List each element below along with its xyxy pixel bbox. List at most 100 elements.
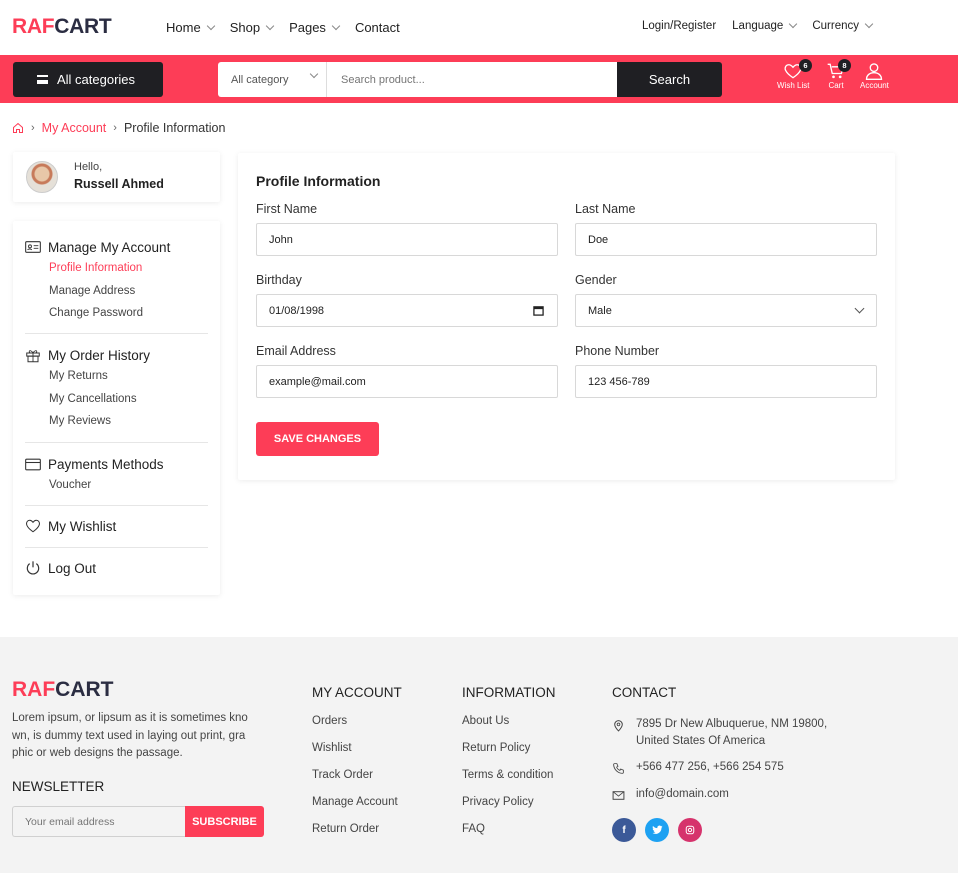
contact-address: 7895 Dr New Albuquerue, NM 19800, United …: [612, 716, 827, 750]
contact-phone: +566 477 256, +566 254 575: [612, 759, 784, 776]
first-name-label: First Name: [256, 202, 318, 216]
currency-dropdown[interactable]: Currency: [812, 19, 874, 32]
id-card-icon: [25, 241, 41, 253]
language-dropdown[interactable]: Language: [732, 19, 798, 32]
instagram-icon[interactable]: [678, 818, 702, 842]
footer-link-privacy-policy[interactable]: Privacy Policy: [462, 796, 556, 823]
last-name-field[interactable]: Doe: [575, 223, 877, 256]
nav-pages[interactable]: Pages: [289, 20, 341, 35]
gift-icon: [26, 349, 40, 362]
heart-icon: [26, 519, 40, 533]
nav-contact[interactable]: Contact: [355, 20, 400, 35]
footer-link-about-us[interactable]: About Us: [462, 715, 556, 742]
sidebar-section-manage: Manage My Account Profile Information Ma…: [25, 221, 208, 334]
home-icon[interactable]: [12, 122, 24, 134]
profile-form-card: Profile Information First Name John Last…: [238, 153, 895, 480]
phone-field[interactable]: 123 456-789: [575, 365, 877, 398]
subscribe-button[interactable]: SUBSCRIBE: [185, 806, 264, 837]
footer-link-faq[interactable]: FAQ: [462, 823, 556, 850]
sidebar-item-manage-address[interactable]: Manage Address: [25, 280, 208, 303]
top-navbar: RAFCART Home Shop Pages Contact Login/Re…: [0, 0, 958, 55]
footer-link-orders[interactable]: Orders: [312, 715, 402, 742]
login-register-link[interactable]: Login/Register: [642, 20, 716, 32]
footer-logo[interactable]: RAFCART: [12, 678, 114, 702]
sidebar-item-logout[interactable]: Log Out: [25, 558, 208, 578]
wishlist-count-badge: 6: [799, 59, 812, 72]
newsletter-title: NEWSLETTER: [12, 779, 105, 794]
search-form: All category Search: [218, 62, 722, 97]
search-button[interactable]: Search: [617, 62, 722, 97]
breadcrumb-my-account[interactable]: My Account: [42, 121, 107, 135]
chevron-down-icon: [331, 21, 341, 30]
mail-icon: [612, 791, 625, 800]
chevron-down-icon: [309, 69, 319, 79]
form-title: Profile Information: [256, 173, 381, 189]
search-input[interactable]: [327, 62, 617, 97]
breadcrumb-current: Profile Information: [123, 121, 226, 135]
birthday-field[interactable]: 01/08/1998: [256, 294, 558, 327]
category-select[interactable]: All category: [218, 62, 327, 97]
first-name-field[interactable]: John: [256, 223, 558, 256]
top-utility-nav: Login/Register Language Currency: [642, 19, 874, 32]
menu-icon: [37, 75, 48, 84]
footer-link-return-policy[interactable]: Return Policy: [462, 742, 556, 769]
save-changes-button[interactable]: SAVE CHANGES: [256, 422, 379, 456]
calendar-icon[interactable]: [533, 305, 544, 316]
sidebar-item-order-history[interactable]: My Order History: [25, 345, 208, 365]
sidebar-section-wishlist: My Wishlist: [25, 506, 208, 548]
contact-email: info@domain.com: [612, 786, 729, 803]
gender-select[interactable]: Male: [575, 294, 877, 327]
footer-heading: INFORMATION: [462, 685, 556, 700]
chevron-right-icon: ›: [31, 122, 35, 134]
newsletter-email-input[interactable]: [12, 806, 186, 837]
cart-link[interactable]: 8 Cart: [826, 59, 851, 90]
chevron-down-icon: [789, 19, 798, 28]
main-nav: Home Shop Pages Contact: [166, 20, 400, 35]
sidebar-item-voucher[interactable]: Voucher: [25, 474, 208, 497]
footer-link-manage-account[interactable]: Manage Account: [312, 796, 402, 823]
all-categories-button[interactable]: All categories: [13, 62, 163, 97]
nav-home[interactable]: Home: [166, 20, 215, 35]
chevron-down-icon: [854, 303, 865, 314]
sidebar-section-payments: Payments Methods Voucher: [25, 443, 208, 506]
avatar: [26, 161, 58, 193]
facebook-icon[interactable]: f: [612, 818, 636, 842]
brand-logo[interactable]: RAFCART: [12, 15, 112, 39]
account-sidebar: Manage My Account Profile Information Ma…: [13, 221, 220, 595]
email-field[interactable]: example@mail.com: [256, 365, 558, 398]
footer-description: Lorem ipsum, or lipsum as it is sometime…: [12, 712, 248, 759]
footer-heading: CONTACT: [612, 685, 677, 700]
search-bar-strip: All categories All category Search 6 Wis…: [0, 55, 958, 103]
sidebar-item-my-wishlist[interactable]: My Wishlist: [25, 516, 208, 536]
nav-shop[interactable]: Shop: [230, 20, 275, 35]
wishlist-link[interactable]: 6 Wish List: [777, 59, 812, 90]
sidebar-item-my-reviews[interactable]: My Reviews: [25, 410, 208, 433]
footer-link-track-order[interactable]: Track Order: [312, 769, 402, 796]
sidebar-item-payment-methods[interactable]: Payments Methods: [25, 454, 208, 474]
cart-count-badge: 8: [838, 59, 851, 72]
sidebar-item-my-returns[interactable]: My Returns: [25, 365, 208, 388]
footer-link-return-order[interactable]: Return Order: [312, 823, 402, 850]
sidebar-item-profile-information[interactable]: Profile Information: [25, 257, 208, 280]
account-link[interactable]: Account: [860, 61, 889, 90]
sidebar-item-change-password[interactable]: Change Password: [25, 302, 208, 325]
chevron-right-icon: ›: [113, 122, 117, 134]
footer-my-account: MY ACCOUNT Orders Wishlist Track Order M…: [312, 685, 402, 850]
user-greeting-card: Hello, Russell Ahmed: [13, 152, 220, 202]
sidebar-item-my-cancellations[interactable]: My Cancellations: [25, 388, 208, 411]
footer-heading: MY ACCOUNT: [312, 685, 402, 700]
sidebar-section-orders: My Order History My Returns My Cancellat…: [25, 334, 208, 443]
phone-icon: [613, 763, 624, 774]
footer-contact: CONTACT: [612, 685, 676, 715]
user-icon: [866, 63, 883, 80]
map-pin-icon: [614, 720, 623, 732]
sidebar-item-manage-account[interactable]: Manage My Account: [25, 237, 208, 257]
greeting-text: Hello,: [74, 161, 103, 173]
twitter-icon[interactable]: [645, 818, 669, 842]
phone-label: Phone Number: [575, 344, 660, 358]
footer-link-terms[interactable]: Terms & condition: [462, 769, 556, 796]
chevron-down-icon: [864, 19, 874, 28]
email-label: Email Address: [256, 344, 336, 358]
user-name: Russell Ahmed: [74, 177, 164, 191]
footer-link-wishlist[interactable]: Wishlist: [312, 742, 402, 769]
